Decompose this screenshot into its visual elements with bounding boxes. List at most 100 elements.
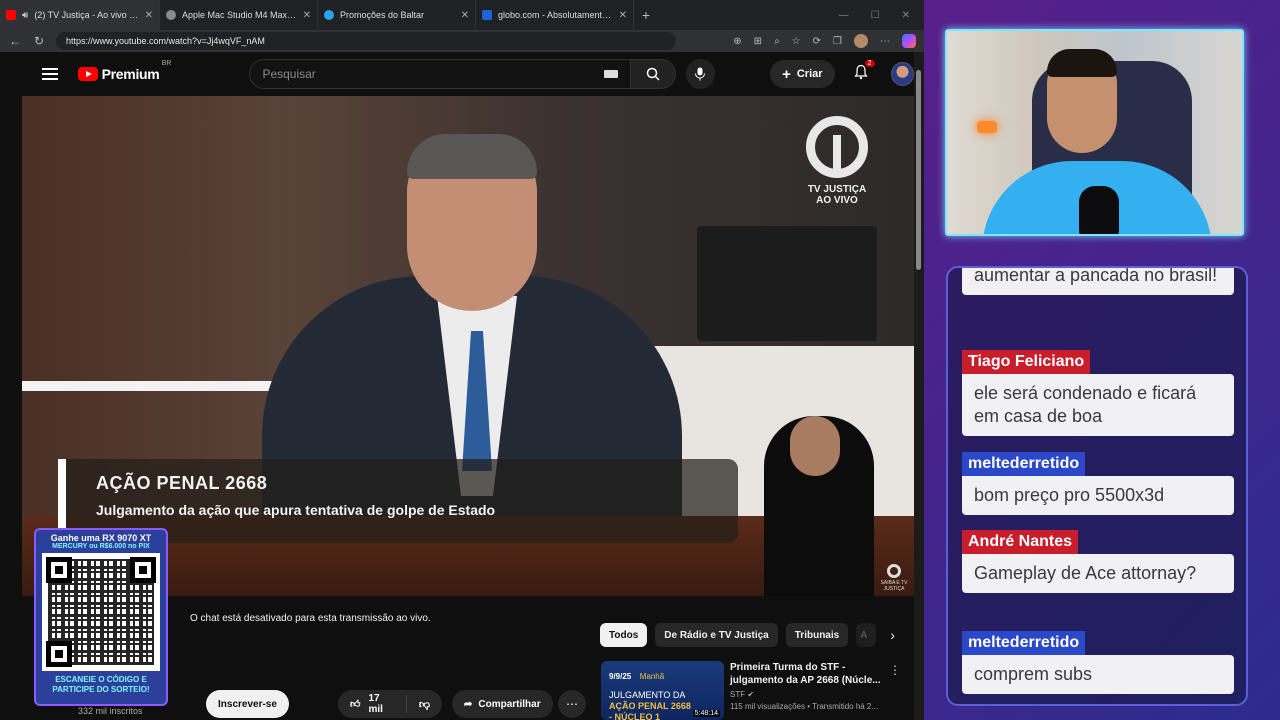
globo-favicon-icon	[482, 10, 492, 20]
create-button[interactable]: + Criar	[770, 60, 835, 88]
share-label: Compartilhar	[478, 698, 541, 710]
chat-message-text: bom preço pro 5500x3d	[962, 476, 1234, 515]
like-count: 17 mil	[368, 693, 383, 715]
more-actions-button[interactable]: ⋯	[558, 690, 586, 718]
recommended-title[interactable]: Primeira Turma do STF - julgamento da AP…	[730, 661, 890, 687]
thumb-period: Manhã	[639, 672, 665, 681]
window-controls: — ☐ ✕	[839, 10, 924, 21]
interpreter-head	[790, 416, 840, 476]
promo-line4: PARTICIPE DO SORTEIO!	[52, 685, 150, 694]
url-field[interactable]: https://www.youtube.com/watch?v=Jj4wqVF_…	[56, 32, 676, 50]
minimize-icon[interactable]: —	[839, 10, 849, 21]
like-button[interactable]: 👍︎ 17 mil	[338, 693, 407, 715]
apps-icon[interactable]: ⊞	[754, 36, 762, 47]
address-bar-icons: ⊕ ⊞ ⌕ ☆ ⟳ ❐ ⋯	[733, 34, 916, 48]
logo-text: Premium	[101, 66, 160, 82]
search-button[interactable]	[630, 59, 676, 89]
youtube-favicon-icon	[6, 10, 16, 20]
create-label: Criar	[796, 68, 823, 80]
copilot-icon[interactable]	[902, 34, 916, 48]
recommended-channel[interactable]: STF ✔	[730, 690, 890, 699]
thumbs-up-icon: 👍︎	[350, 699, 361, 710]
translate-icon[interactable]: ⊕	[733, 36, 741, 47]
chat-author: André Nantes	[962, 530, 1079, 554]
watermark-text: SAIBA E TV JUSTIÇA	[880, 580, 908, 592]
keyboard-icon[interactable]	[603, 70, 618, 78]
browser-tab-youtube[interactable]: 🔊︎ (2) TV Justiça - Ao vivo - YouTube ✕	[0, 0, 160, 30]
collections-icon[interactable]: ❐	[833, 36, 842, 47]
recommendation-filter-chips: Todos De Rádio e TV Justiça Tribunais A …	[600, 623, 895, 647]
subscriber-count: 332 mil inscritos	[78, 706, 143, 716]
browser-tab-globo[interactable]: globo.com - Absolutamente tudo ✕	[476, 0, 634, 30]
youtube-logo[interactable]: Premium BR	[77, 60, 171, 82]
tv-justica-logo-icon	[806, 116, 868, 178]
corner-watermark: SAIBA E TV JUSTIÇA	[874, 564, 914, 592]
chip-more[interactable]: A	[856, 623, 877, 647]
lower-third-subtitle: Julgamento da ação que apura tentativa d…	[96, 502, 496, 518]
recommended-menu-icon[interactable]: ⋮	[889, 663, 901, 677]
subscribe-button[interactable]: Inscrever-se	[206, 690, 289, 718]
share-arrow-icon: ➦	[464, 698, 473, 710]
chat-message: meltederretido comprem subs	[962, 631, 1234, 694]
more-dots-icon: ⋯	[566, 697, 578, 711]
scrollbar-thumb[interactable]	[916, 70, 921, 270]
chat-message-text: Gameplay de Ace attornay?	[962, 554, 1234, 593]
hamburger-menu-icon[interactable]	[42, 68, 58, 80]
dislike-button[interactable]: 👎︎	[407, 698, 442, 711]
search-icon	[646, 67, 660, 81]
close-tab-icon[interactable]: ✕	[145, 10, 153, 21]
favorite-star-icon[interactable]: ☆	[792, 36, 801, 47]
reload-icon[interactable]: ↻	[32, 34, 46, 48]
apple-favicon-icon	[166, 10, 176, 20]
account-avatar[interactable]	[890, 62, 915, 86]
profile-avatar[interactable]	[854, 34, 868, 48]
watermark-icon	[887, 564, 901, 578]
chip-radio-tv-justica[interactable]: De Rádio e TV Justiça	[655, 623, 778, 647]
url-text: https://www.youtube.com/watch?v=Jj4wqVF_…	[66, 36, 265, 46]
maximize-icon[interactable]: ☐	[871, 10, 880, 21]
chat-author: meltederretido	[962, 452, 1086, 476]
close-window-icon[interactable]: ✕	[902, 10, 910, 21]
notifications-button[interactable]: 2	[853, 59, 875, 85]
notification-badge: 2	[864, 59, 875, 67]
menu-dots-icon[interactable]: ⋯	[880, 36, 890, 47]
plus-icon: +	[782, 65, 791, 83]
thumb-line2: AÇÃO PENAL 2668	[609, 701, 691, 711]
close-tab-icon[interactable]: ✕	[461, 10, 469, 21]
recommended-thumbnail[interactable]: 9/9/25 Manhã JULGAMENTO DA AÇÃO PENAL 26…	[601, 661, 724, 720]
tab-title: Promoções do Baltar	[340, 10, 425, 20]
new-tab-icon[interactable]: +	[634, 7, 658, 23]
browser-tab-baltar[interactable]: Promoções do Baltar ✕	[318, 0, 476, 30]
tv-justica-logo: TV JUSTIÇA AO VIVO	[802, 116, 872, 206]
browser-tab-apple[interactable]: Apple Mac Studio M4 Max 16-core ✕	[160, 0, 318, 30]
video-player[interactable]: TV JUSTIÇA AO VIVO AÇÃO PENAL 2668 Julga…	[22, 96, 914, 596]
share-button[interactable]: ➦ Compartilhar	[452, 690, 553, 718]
promo-line3: ESCANEIE O CÓDIGO E	[55, 675, 147, 684]
chat-message-text: aumentar a pancada no brasil!	[962, 268, 1234, 295]
zoom-icon[interactable]: ⌕	[774, 36, 780, 47]
chip-tribunais[interactable]: Tribunais	[785, 623, 849, 647]
close-tab-icon[interactable]: ✕	[303, 10, 311, 21]
verified-icon: ✔	[747, 690, 755, 699]
stream-chat-overlay: aumentar a pancada no brasil! Tiago Feli…	[946, 266, 1248, 706]
speaker-icon[interactable]: 🔊︎	[22, 10, 28, 21]
qr-finder	[130, 557, 156, 583]
qr-finder	[46, 557, 72, 583]
chip-todos[interactable]: Todos	[600, 623, 648, 647]
channel-name: STF	[730, 690, 746, 699]
search-input[interactable]: Pesquisar	[249, 59, 631, 89]
recommended-video[interactable]: 9/9/25 Manhã JULGAMENTO DA AÇÃO PENAL 26…	[601, 661, 901, 720]
recommended-meta: 115 mil visualizações • Transmitido há 2…	[730, 702, 879, 711]
chevron-right-icon[interactable]: ›	[890, 627, 895, 643]
streamer-webcam	[945, 29, 1244, 236]
back-icon[interactable]: ←	[8, 34, 22, 48]
recommended-info: Primeira Turma do STF - julgamento da AP…	[730, 661, 890, 711]
address-bar-row: ← ↻ https://www.youtube.com/watch?v=Jj4w…	[0, 30, 924, 52]
page-scrollbar[interactable]	[914, 52, 924, 720]
search-placeholder: Pesquisar	[262, 67, 316, 81]
tab-title: globo.com - Absolutamente tudo	[498, 10, 613, 20]
chat-message-text: ele será condenado e ficará em casa de b…	[962, 374, 1234, 436]
voice-search-button[interactable]	[685, 59, 716, 89]
refresh-extension-icon[interactable]: ⟳	[813, 36, 821, 47]
close-tab-icon[interactable]: ✕	[619, 10, 627, 21]
